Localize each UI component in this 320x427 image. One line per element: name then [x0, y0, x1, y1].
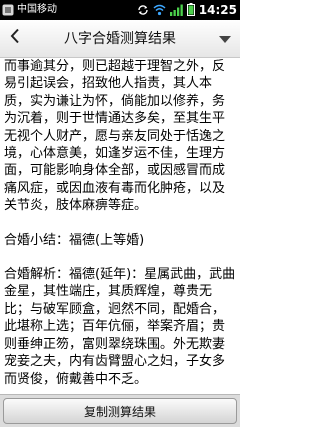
- sync-icon: [137, 1, 149, 20]
- marriage-summary: 合婚小结：福德(上等婚): [4, 232, 145, 248]
- page-title: 八字合婚测算结果: [64, 31, 176, 47]
- signal-icon: [169, 1, 183, 20]
- wifi-icon: [153, 1, 166, 20]
- copy-result-button[interactable]: 复制测算结果: [3, 398, 237, 424]
- clock-time: 14:25: [198, 3, 237, 17]
- menu-button[interactable]: [214, 25, 236, 51]
- status-bar: 中国移动 14:25: [0, 0, 240, 20]
- status-left: 中国移动: [2, 0, 57, 20]
- bottom-bar: 复制测算结果: [0, 394, 240, 427]
- status-right: 14:25: [137, 0, 237, 20]
- battery-icon: [186, 1, 195, 20]
- carrier-name: 中国移动: [17, 4, 57, 15]
- result-paragraph-description: 而事逾其分，则已超越于理智之外，反易引起误会，招致他人指责，其人本质，实为谦让为…: [4, 59, 226, 214]
- title-bar: 八字合婚测算结果: [0, 20, 240, 58]
- app-notification-icon: [2, 1, 14, 20]
- marriage-analysis: 合婚解析：福德(延年)：星属武曲，武曲金星，其性端庄，其质辉煌，尊贵无比；与破军…: [4, 267, 236, 387]
- dropdown-arrow-icon: [218, 29, 232, 48]
- result-content[interactable]: 而事逾其分，则已超越于理智之外，反易引起误会，招致他人指责，其人本质，实为谦让为…: [4, 58, 236, 394]
